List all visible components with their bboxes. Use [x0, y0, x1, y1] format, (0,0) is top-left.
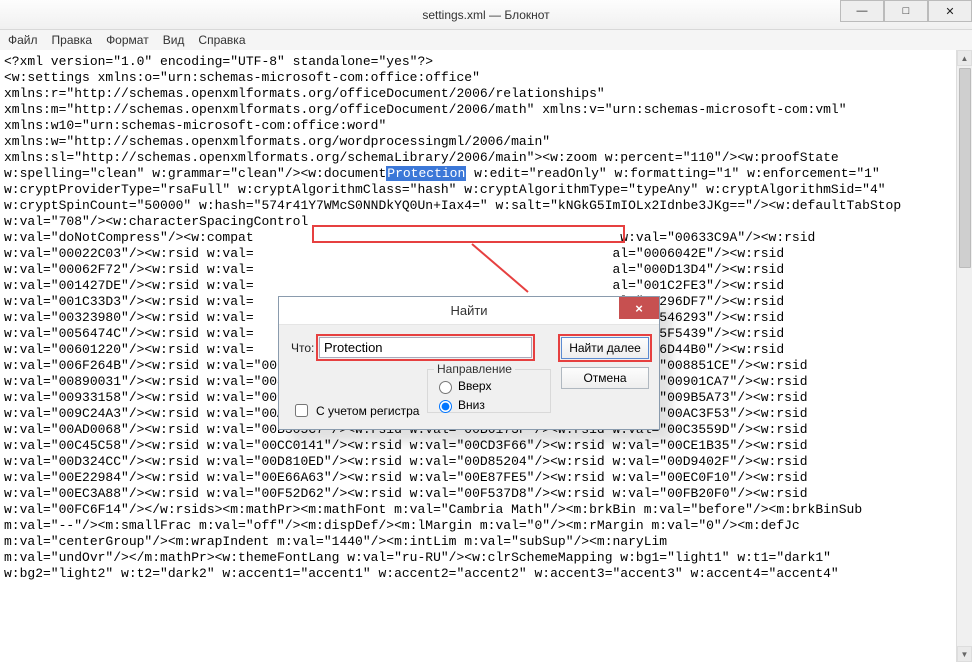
editor-line: xmlns:sl="http://schemas.openxmlformats.…	[4, 150, 954, 166]
close-button[interactable]: ✕	[928, 0, 972, 22]
scroll-thumb[interactable]	[959, 68, 971, 268]
menu-view[interactable]: Вид	[163, 33, 185, 47]
scroll-down-icon[interactable]: ▼	[957, 646, 972, 662]
editor-line: m:val="--"/><m:smallFrac m:val="off"/><m…	[4, 518, 954, 534]
editor-line: xmlns:m="http://schemas.openxmlformats.o…	[4, 102, 954, 118]
editor-line: m:val="centerGroup"/><m:wrapIndent m:val…	[4, 534, 954, 550]
editor-line: w:cryptProviderType="rsaFull" w:cryptAlg…	[4, 182, 954, 198]
direction-up-radio[interactable]: Вверх	[434, 378, 491, 394]
menu-help[interactable]: Справка	[198, 33, 245, 47]
direction-label: Направление	[434, 362, 515, 376]
menubar: Файл Правка Формат Вид Справка	[0, 30, 972, 50]
editor-line: w:val="00D324CC"/><w:rsid w:val="00D810E…	[4, 454, 954, 470]
editor-line: xmlns:r="http://schemas.openxmlformats.o…	[4, 86, 954, 102]
find-input[interactable]	[319, 337, 532, 358]
editor-line: m:val="undOvr"/></m:mathPr><w:themeFontL…	[4, 550, 954, 566]
find-dialog-body: Что: Найти далее Отмена Направление Ввер…	[279, 325, 659, 366]
editor-line: w:cryptSpinCount="50000" w:hash="574r41Y…	[4, 198, 954, 214]
editor-line: xmlns:w="http://schemas.openxmlformats.o…	[4, 134, 954, 150]
editor-line: w:spelling="clean" w:grammar="clean"/><w…	[4, 166, 954, 182]
match-case-checkbox[interactable]: С учетом регистра	[291, 401, 419, 420]
editor-line: w:bg2="light2" w:t2="dark2" w:accent1="a…	[4, 566, 954, 582]
menu-file[interactable]: Файл	[8, 33, 38, 47]
find-dialog: Найти × Что: Найти далее Отмена Направле…	[278, 296, 660, 430]
find-next-button[interactable]: Найти далее	[561, 337, 649, 359]
find-dialog-title: Найти	[450, 303, 487, 318]
find-dialog-close-icon[interactable]: ×	[619, 297, 659, 319]
vertical-scrollbar[interactable]: ▲ ▼	[956, 50, 972, 662]
cancel-button[interactable]: Отмена	[561, 367, 649, 389]
editor-line: w:val="00C45C58"/><w:rsid w:val="00CC014…	[4, 438, 954, 454]
text-selection: Protection	[386, 166, 466, 181]
window-titlebar: settings.xml — Блокнот — □ ✕	[0, 0, 972, 30]
maximize-button[interactable]: □	[884, 0, 928, 22]
window-title: settings.xml — Блокнот	[422, 8, 549, 22]
editor-line: w:val="708"/><w:characterSpacingControl	[4, 214, 954, 230]
editor-line: w:val="doNotCompress"/><w:compat w:val="…	[4, 230, 954, 246]
editor-line: w:val="00EC3A88"/><w:rsid w:val="00F52D6…	[4, 486, 954, 502]
editor-line: w:val="00062F72"/><w:rsid w:val= al="000…	[4, 262, 954, 278]
editor-line: w:val="00022C03"/><w:rsid w:val= al="000…	[4, 246, 954, 262]
menu-edit[interactable]: Правка	[52, 33, 93, 47]
editor-line: w:val="001427DE"/><w:rsid w:val= al="001…	[4, 278, 954, 294]
editor-line: w:val="00E22984"/><w:rsid w:val="00E66A6…	[4, 470, 954, 486]
find-dialog-titlebar[interactable]: Найти ×	[279, 297, 659, 325]
editor-line: <w:settings xmlns:o="urn:schemas-microso…	[4, 70, 954, 86]
minimize-button[interactable]: —	[840, 0, 884, 22]
window-controls: — □ ✕	[840, 0, 972, 22]
find-what-label: Что:	[291, 341, 319, 355]
editor-line: <?xml version="1.0" encoding="UTF-8" sta…	[4, 54, 954, 70]
editor-line: xmlns:w10="urn:schemas-microsoft-com:off…	[4, 118, 954, 134]
menu-format[interactable]: Формат	[106, 33, 149, 47]
direction-down-radio[interactable]: Вниз	[434, 397, 485, 413]
editor-line: w:val="00FC6F14"/></w:rsids><m:mathPr><m…	[4, 502, 954, 518]
direction-group: Направление Вверх Вниз	[427, 369, 551, 413]
editor-area: <?xml version="1.0" encoding="UTF-8" sta…	[0, 50, 972, 662]
scroll-up-icon[interactable]: ▲	[957, 50, 972, 66]
